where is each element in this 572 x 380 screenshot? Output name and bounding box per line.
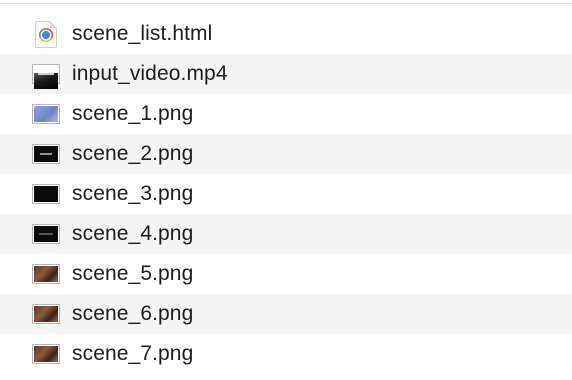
- image-thumbnail-icon: [31, 301, 61, 327]
- image-thumbnail-icon: [31, 221, 61, 247]
- file-row-scene-6-png[interactable]: scene_6.png: [0, 294, 572, 334]
- file-row-scene-7-png[interactable]: scene_7.png: [0, 334, 572, 374]
- file-name: scene_7.png: [72, 342, 194, 365]
- image-thumbnail-icon: [31, 181, 61, 207]
- file-name: scene_list.html: [72, 22, 213, 45]
- image-thumbnail-icon: [31, 261, 61, 287]
- chrome-html-document-icon: [31, 20, 61, 48]
- file-name: scene_5.png: [72, 262, 194, 285]
- image-thumbnail-icon: [31, 141, 61, 167]
- file-name: scene_2.png: [72, 142, 194, 165]
- file-row-scene-3-png[interactable]: scene_3.png: [0, 174, 572, 214]
- file-row-scene-5-png[interactable]: scene_5.png: [0, 254, 572, 294]
- header-divider: [0, 3, 572, 4]
- image-thumbnail-icon: [31, 341, 61, 367]
- video-thumbnail-icon: [31, 61, 61, 89]
- file-name: input_video.mp4: [72, 62, 228, 85]
- file-row-scene-4-png[interactable]: scene_4.png: [0, 214, 572, 254]
- file-name: scene_3.png: [72, 182, 194, 205]
- file-name: scene_6.png: [72, 302, 194, 325]
- image-thumbnail-icon: [31, 101, 61, 127]
- file-name: scene_1.png: [72, 102, 194, 125]
- file-name: scene_4.png: [72, 222, 194, 245]
- file-row-input-video-mp4[interactable]: input_video.mp4: [0, 54, 572, 94]
- file-row-scene-1-png[interactable]: scene_1.png: [0, 94, 572, 134]
- file-list: scene_list.html input_video.mp4 scene_1.…: [0, 14, 572, 374]
- finder-file-list-window: scene_list.html input_video.mp4 scene_1.…: [0, 0, 572, 380]
- file-row-scene-2-png[interactable]: scene_2.png: [0, 134, 572, 174]
- file-row-scene-list-html[interactable]: scene_list.html: [0, 14, 572, 54]
